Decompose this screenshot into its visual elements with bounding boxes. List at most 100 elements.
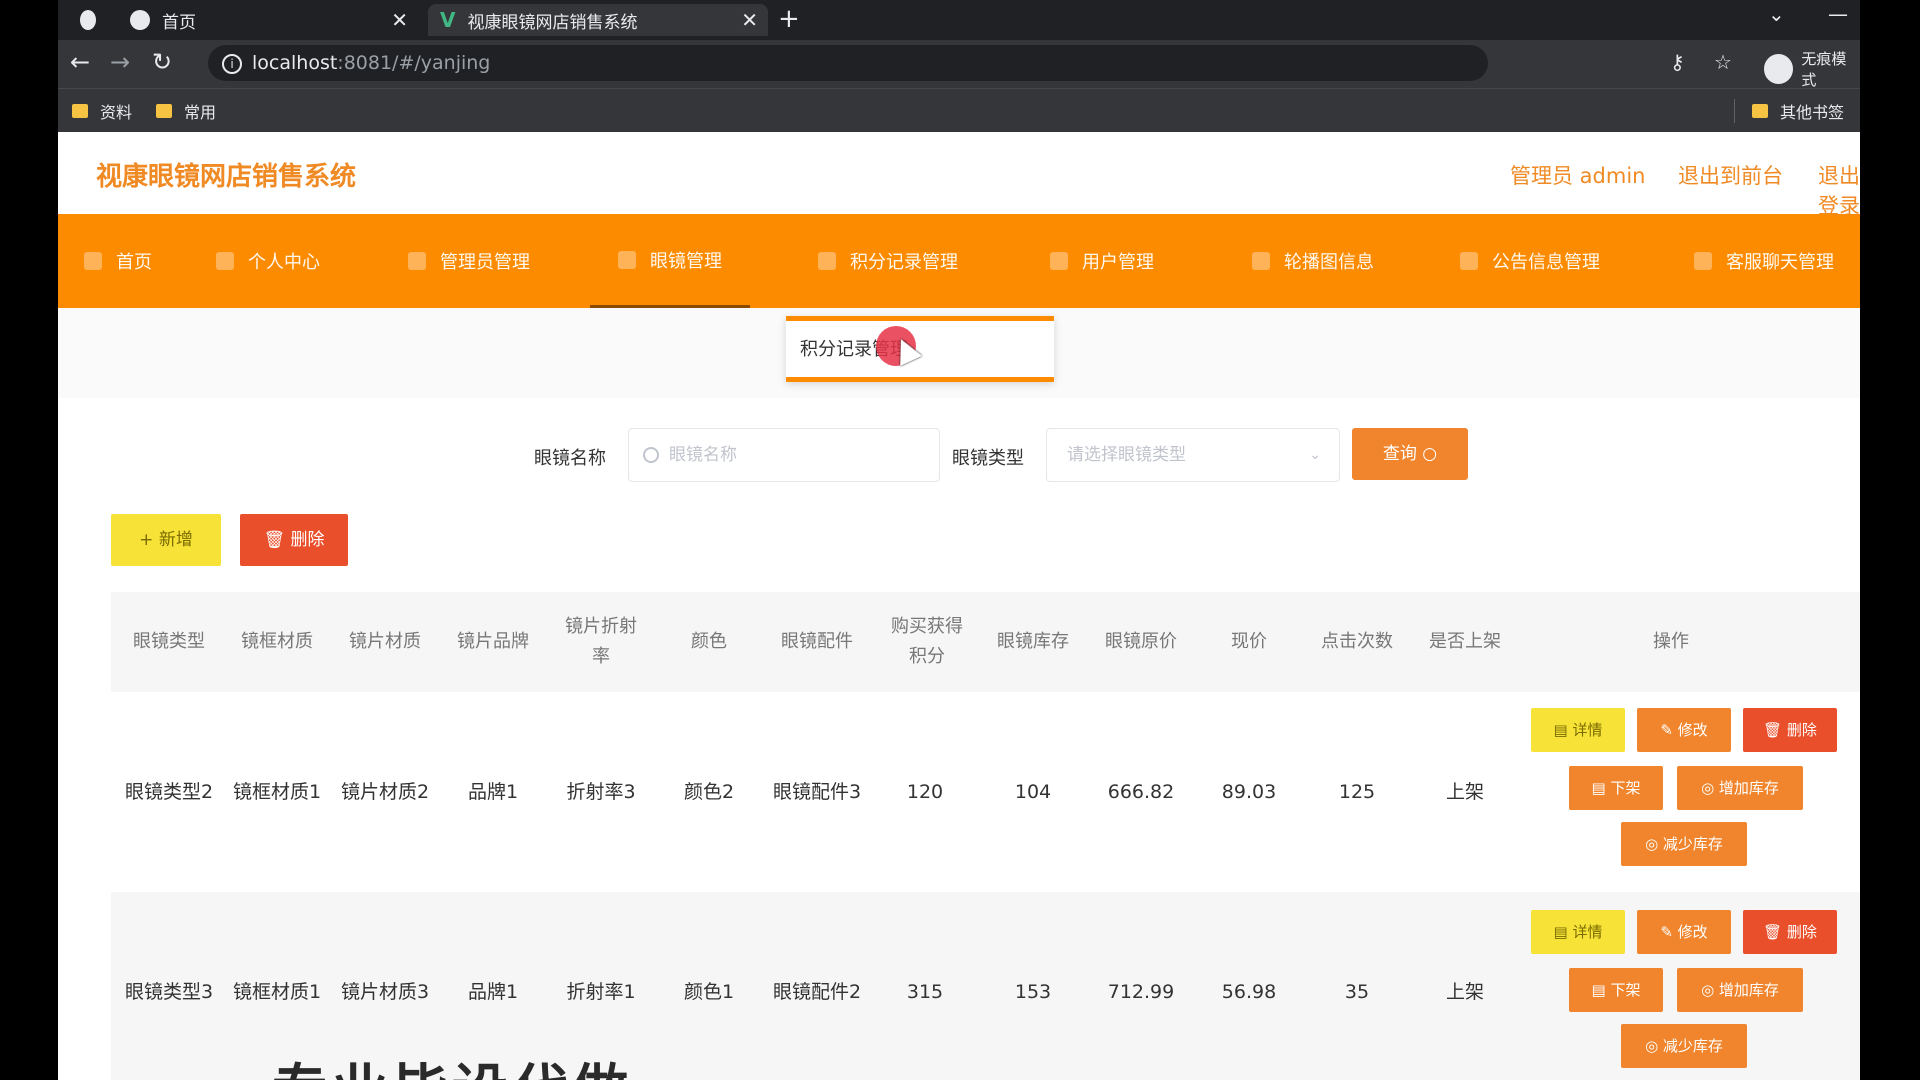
- add-stock-button[interactable]: ◎ 增加库存: [1677, 766, 1803, 810]
- cell-original-price: 712.99: [1107, 981, 1175, 1003]
- info-icon[interactable]: i: [222, 54, 242, 74]
- edit-button[interactable]: ✎ 修改: [1637, 910, 1731, 954]
- detail-button[interactable]: ▤ 详情: [1531, 910, 1625, 954]
- col-header: 购买获得积分: [891, 616, 963, 667]
- menu-item-carousel[interactable]: 轮播图信息: [1252, 214, 1374, 308]
- col-header: 颜色: [691, 631, 727, 652]
- menu-label: 客服聊天管理: [1726, 252, 1834, 273]
- cell-on-shelf: 上架: [1445, 781, 1484, 803]
- search-icon: ○: [1422, 444, 1438, 464]
- cell-price: 56.98: [1221, 981, 1277, 1003]
- home-icon: [84, 252, 102, 270]
- off-shelf-button[interactable]: ▤ 下架: [1569, 766, 1663, 810]
- type-placeholder: 请选择眼镜类型: [1067, 445, 1186, 465]
- col-header: 操作: [1653, 631, 1689, 652]
- col-header: 现价: [1231, 631, 1267, 652]
- bookmarks-bar: 资料 常用 其他书签: [58, 88, 1860, 133]
- name-search-input[interactable]: 眼镜名称: [628, 428, 940, 482]
- folder-icon: [156, 104, 172, 118]
- menu-item-chat[interactable]: 客服聊天管理: [1694, 214, 1834, 308]
- add-button[interactable]: + 新增: [111, 514, 221, 566]
- image-icon: [1252, 252, 1270, 270]
- menu-item-points[interactable]: 积分记录管理: [818, 214, 958, 308]
- bookmark-folder[interactable]: 常用: [156, 99, 216, 123]
- front-link[interactable]: 退出到前台: [1678, 160, 1783, 190]
- cell-type: 眼镜类型2: [124, 781, 214, 803]
- reload-icon[interactable]: ↻: [152, 48, 172, 76]
- name-label: 眼镜名称: [534, 448, 606, 469]
- tab-title: 首页: [162, 12, 196, 33]
- pinned-tab[interactable]: [68, 4, 108, 36]
- chevron-down-icon[interactable]: ⌄: [1768, 2, 1785, 26]
- cell-points: 120: [906, 781, 944, 803]
- globe-icon: [80, 10, 96, 30]
- col-header: 点击次数: [1321, 631, 1393, 652]
- minimize-icon[interactable]: —: [1828, 2, 1848, 26]
- forward-icon[interactable]: →: [110, 48, 130, 76]
- cell-color: 颜色2: [683, 781, 735, 803]
- off-shelf-button[interactable]: ▤ 下架: [1569, 968, 1663, 1012]
- col-header: 镜片品牌: [457, 631, 529, 652]
- edit-button[interactable]: ✎ 修改: [1637, 708, 1731, 752]
- col-header: 眼镜类型: [133, 631, 205, 652]
- screen: 首页 ✕ V 视康眼镜网店销售系统 ✕ + ⌄ — ← → ↻ i localh…: [58, 0, 1860, 1080]
- cell-accessory: 眼镜配件2: [772, 981, 862, 1003]
- back-icon[interactable]: ←: [70, 48, 90, 76]
- cell-refraction: 折射率3: [566, 781, 636, 803]
- menu-label: 公告信息管理: [1492, 252, 1600, 273]
- cell-original-price: 666.82: [1107, 781, 1175, 803]
- chevron-down-icon: ⌄: [1309, 447, 1321, 463]
- bookmark-label: 其他书签: [1780, 103, 1845, 122]
- cell-price: 89.03: [1221, 781, 1277, 803]
- browser-tab-app[interactable]: V 视康眼镜网店销售系统 ✕: [428, 4, 768, 36]
- logout-link[interactable]: 退出登录: [1818, 160, 1860, 220]
- app-title: 视康眼镜网店销售系统: [96, 162, 357, 192]
- detail-button[interactable]: ▤ 详情: [1531, 708, 1625, 752]
- menu-item-notice[interactable]: 公告信息管理: [1460, 214, 1600, 308]
- tab-title: 视康眼镜网店销售系统: [467, 12, 638, 33]
- cell-clicks: 35: [1344, 981, 1370, 1003]
- menu-item-profile[interactable]: 个人中心: [216, 214, 320, 308]
- admin-label: 管理员 admin: [1510, 164, 1646, 188]
- name-placeholder: 眼镜名称: [669, 445, 737, 465]
- add-stock-button[interactable]: ◎ 增加库存: [1677, 968, 1803, 1012]
- reduce-stock-button[interactable]: ◎ 减少库存: [1621, 822, 1747, 866]
- browser-tab-home[interactable]: 首页 ✕: [118, 4, 418, 36]
- chat-icon: [1694, 252, 1712, 270]
- close-icon[interactable]: ✕: [741, 8, 758, 32]
- query-button[interactable]: 查询 ○: [1352, 428, 1468, 480]
- star-icon[interactable]: ☆: [1714, 50, 1732, 74]
- reduce-stock-button[interactable]: ◎ 减少库存: [1621, 1024, 1747, 1068]
- batch-delete-button[interactable]: 🗑 删除: [240, 514, 348, 566]
- key-icon[interactable]: ⚷: [1670, 50, 1685, 74]
- notice-icon: [1460, 252, 1478, 270]
- col-header: 镜片材质: [349, 631, 421, 652]
- menu-item-glasses[interactable]: 眼镜管理: [590, 214, 750, 308]
- new-tab-icon[interactable]: +: [778, 4, 800, 34]
- delete-button[interactable]: 🗑 删除: [1743, 708, 1837, 752]
- browser-tab-bar: 首页 ✕ V 视康眼镜网店销售系统 ✕ + ⌄ —: [58, 0, 1860, 40]
- menu-item-home[interactable]: 首页: [84, 214, 152, 308]
- menu-item-admin[interactable]: 管理员管理: [408, 214, 530, 308]
- cell-type: 眼镜类型3: [124, 981, 214, 1003]
- close-icon[interactable]: ✕: [391, 8, 408, 32]
- vue-icon: V: [440, 8, 456, 32]
- user-icon: [216, 252, 234, 270]
- cell-stock: 104: [1014, 781, 1052, 803]
- url-field[interactable]: i localhost:8081/#/yanjing: [208, 45, 1488, 81]
- menu-item-users[interactable]: 用户管理: [1050, 214, 1154, 308]
- col-header: 镜片折射率: [565, 616, 637, 667]
- folder-icon: [72, 104, 88, 118]
- col-header: 眼镜配件: [781, 631, 853, 652]
- incognito-icon: [1764, 54, 1794, 84]
- type-label: 眼镜类型: [952, 448, 1024, 469]
- col-header: 镜框材质: [241, 631, 313, 652]
- glasses-icon: [618, 250, 636, 269]
- delete-button[interactable]: 🗑 删除: [1743, 910, 1837, 954]
- type-select[interactable]: 请选择眼镜类型 ⌄: [1046, 428, 1340, 482]
- menu-label: 管理员管理: [440, 252, 530, 273]
- users-icon: [1050, 252, 1068, 270]
- other-bookmarks[interactable]: 其他书签: [1752, 99, 1844, 123]
- profile-chip[interactable]: 无痕模式: [1764, 48, 1860, 90]
- bookmark-folder[interactable]: 资料: [72, 99, 132, 123]
